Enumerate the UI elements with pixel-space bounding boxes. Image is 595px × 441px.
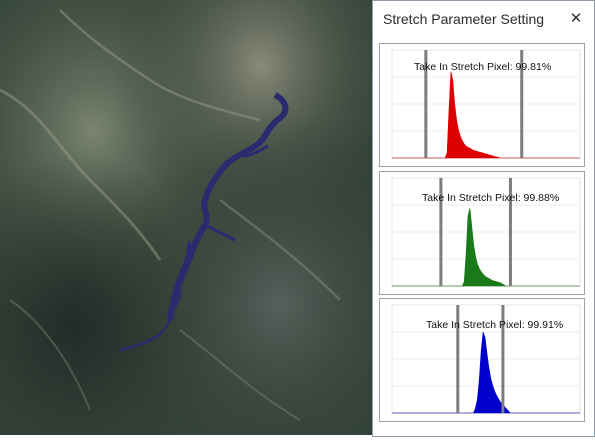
satellite-image-drawing — [0, 0, 373, 435]
dialog-titlebar[interactable]: Stretch Parameter Setting ✕ — [373, 1, 594, 37]
green-stretch-pixel-label: Take In Stretch Pixel: 99.88% — [422, 192, 560, 204]
green-histogram-panel[interactable]: Take In Stretch Pixel: 99.88% — [379, 171, 585, 295]
red-stretch-pixel-label: Take In Stretch Pixel: 99.81% — [414, 61, 552, 73]
blue-histogram-panel[interactable]: Take In Stretch Pixel: 99.91% — [379, 298, 585, 422]
stretch-parameter-dialog: Stretch Parameter Setting ✕ Take In Stre… — [372, 0, 595, 437]
blue-stretch-pixel-label: Take In Stretch Pixel: 99.91% — [426, 319, 564, 331]
green-histogram-chart[interactable] — [380, 172, 584, 294]
close-icon[interactable]: ✕ — [564, 6, 588, 30]
blue-histogram-chart[interactable] — [380, 299, 584, 421]
dialog-title: Stretch Parameter Setting — [383, 11, 545, 27]
red-histogram-panel[interactable]: Take In Stretch Pixel: 99.81% — [379, 43, 585, 167]
satellite-image — [0, 0, 373, 435]
